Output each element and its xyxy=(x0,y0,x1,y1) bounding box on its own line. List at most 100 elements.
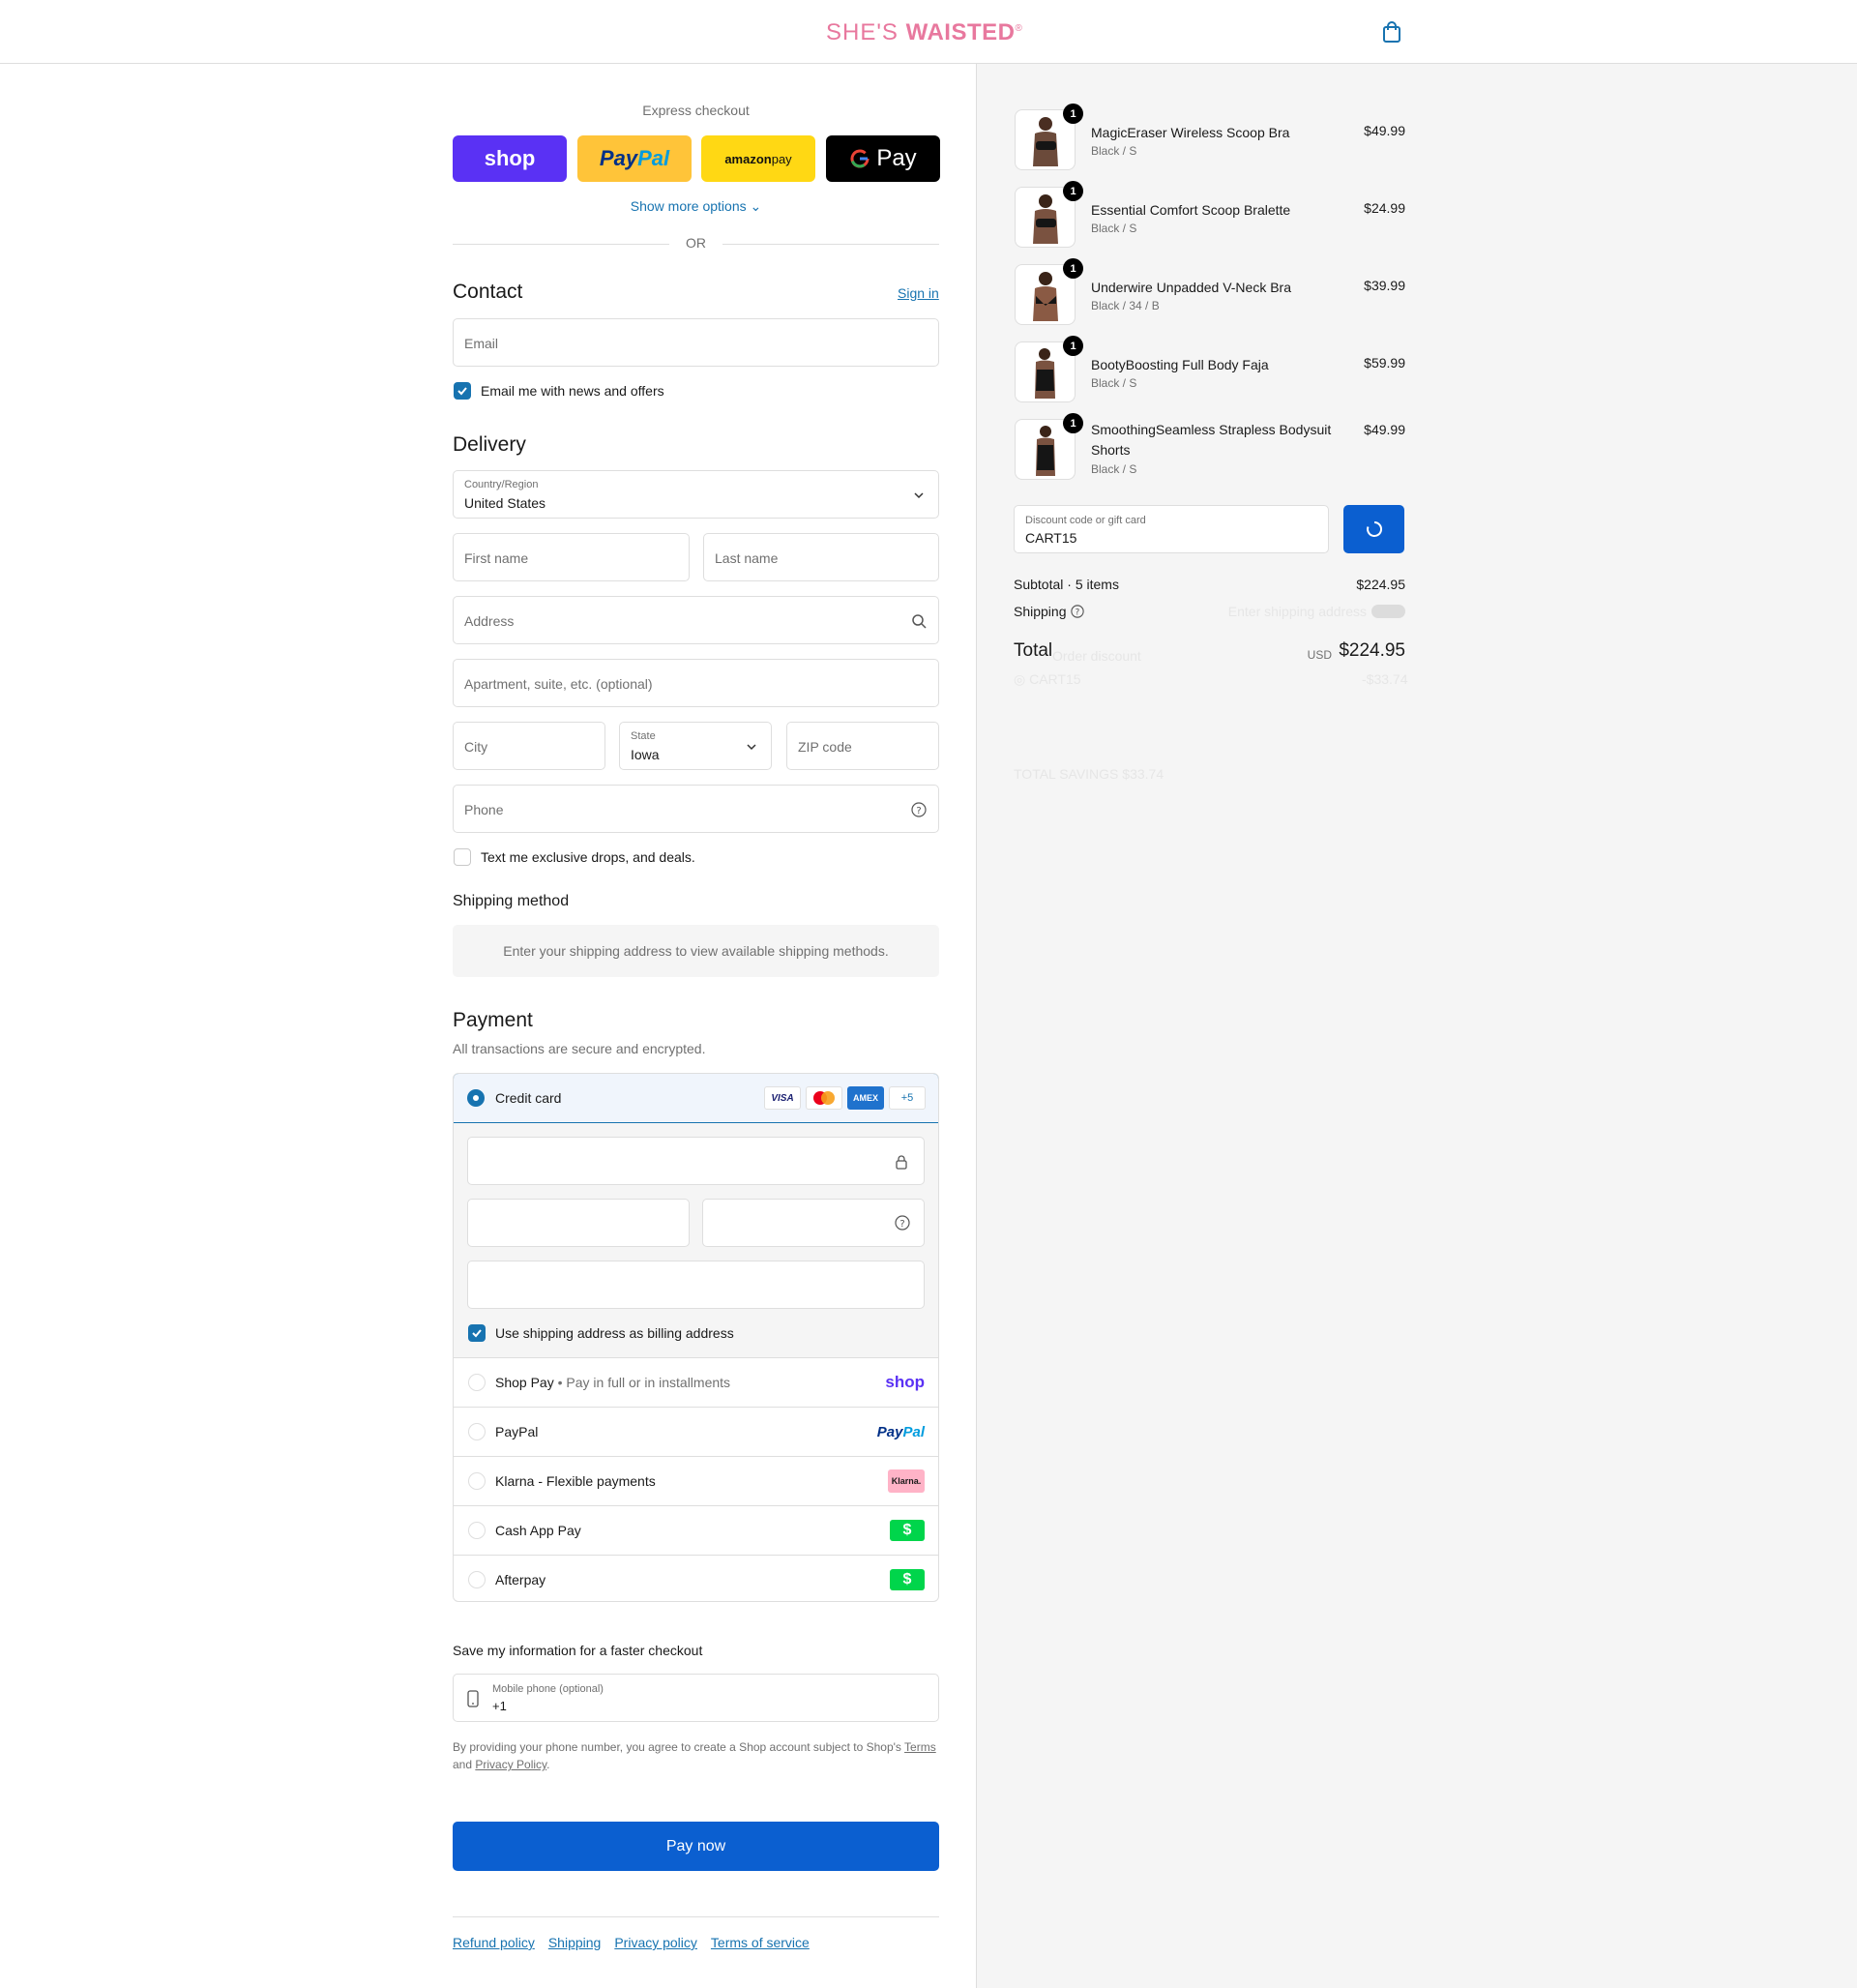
refund-policy-link[interactable]: Refund policy xyxy=(453,1935,535,1950)
cart-item: 1 Underwire Unpadded V-Neck Bra Black / … xyxy=(1015,258,1405,326)
visa-logo: VISA xyxy=(764,1086,801,1110)
credit-card-radio[interactable] xyxy=(467,1089,485,1107)
card-number-field[interactable] xyxy=(467,1137,925,1185)
country-select[interactable]: Country/Region United States xyxy=(453,470,939,519)
email-field[interactable]: Email xyxy=(453,318,939,367)
payment-methods: Credit card VISA AMEX +5 ? Use shipping … xyxy=(453,1073,939,1602)
paypal-option[interactable]: PayPal PayPal xyxy=(454,1408,938,1457)
credit-card-form: ? Use shipping address as billing addres… xyxy=(454,1123,938,1358)
cash-app-pay-option[interactable]: Cash App Pay $ xyxy=(454,1506,938,1556)
product-variant: Black / S xyxy=(1091,462,1137,476)
shop-pay-radio[interactable] xyxy=(468,1374,486,1391)
last-name-field[interactable]: Last name xyxy=(703,533,939,581)
subtotal-value: $224.95 xyxy=(1356,577,1405,592)
product-name: Essential Comfort Scoop Bralette xyxy=(1091,202,1291,218)
billing-same-checkbox[interactable] xyxy=(468,1324,486,1342)
newsletter-checkbox[interactable] xyxy=(454,382,471,400)
shopping-bag-icon[interactable] xyxy=(1379,19,1404,45)
help-circle-icon[interactable]: ? xyxy=(1071,605,1084,618)
billing-same-label: Use shipping address as billing address xyxy=(495,1325,734,1341)
discount-value-ghost: -$33.74 xyxy=(1362,671,1408,687)
or-divider: OR xyxy=(453,235,939,252)
cart-item: 1 BootyBoosting Full Body Faja Black / S… xyxy=(1015,336,1405,403)
address-field[interactable]: Address xyxy=(453,596,939,644)
terms-of-service-link[interactable]: Terms of service xyxy=(711,1935,810,1950)
phone-field[interactable]: Phone ? xyxy=(453,785,939,833)
mobile-phone-icon xyxy=(467,1690,479,1707)
paypal-express-button[interactable]: Pay Pal xyxy=(577,135,692,182)
cash-app-pay-radio[interactable] xyxy=(468,1522,486,1539)
credit-card-option[interactable]: Credit card VISA AMEX +5 xyxy=(454,1074,938,1123)
quantity-badge: 1 xyxy=(1063,104,1083,124)
currency-code: USD xyxy=(1307,648,1332,662)
total-savings-ghost: TOTAL SAVINGS $33.74 xyxy=(1014,766,1164,782)
shipping-method-message: Enter your shipping address to view avai… xyxy=(453,925,939,977)
shop-legal-text: By providing your phone number, you agre… xyxy=(453,1740,936,1771)
shop-pay-option[interactable]: Shop Pay • Pay in full or in installment… xyxy=(454,1358,938,1408)
cash-app-logo: $ xyxy=(890,1520,925,1541)
discount-tag-ghost: ◎ CART15 xyxy=(1014,671,1081,687)
pay-now-button[interactable]: Pay now xyxy=(453,1822,939,1871)
privacy-policy-link[interactable]: Privacy Policy xyxy=(475,1758,546,1771)
sms-label: Text me exclusive drops, and deals. xyxy=(481,849,695,865)
cart-item: 1 MagicEraser Wireless Scoop Bra Black /… xyxy=(1015,104,1405,171)
help-circle-icon[interactable]: ? xyxy=(895,1215,910,1231)
city-field[interactable]: City xyxy=(453,722,605,770)
remember-me-title: Save my information for a faster checkou… xyxy=(453,1643,703,1658)
footer-links: Refund policy Shipping Privacy policy Terms… xyxy=(453,1935,823,1950)
google-g-icon xyxy=(850,149,870,168)
product-name: Underwire Unpadded V-Neck Bra xyxy=(1091,280,1291,295)
afterpay-option[interactable]: Afterpay $ xyxy=(454,1556,938,1601)
checkmark-icon xyxy=(472,1329,482,1338)
payment-title: Payment xyxy=(453,1009,533,1031)
klarna-option[interactable]: Klarna - Flexible payments Klarna. xyxy=(454,1457,938,1506)
shipping-row: Shipping ? Enter shipping address xyxy=(1014,604,1405,619)
apartment-field[interactable]: Apartment, suite, etc. (optional) xyxy=(453,659,939,707)
name-on-card-field[interactable] xyxy=(467,1261,925,1309)
terms-link[interactable]: Terms xyxy=(904,1740,936,1754)
shipping-method-title: Shipping method xyxy=(453,893,570,909)
show-more-options-link[interactable]: Show more options ⌄ xyxy=(453,198,939,215)
product-price: $24.99 xyxy=(1364,200,1405,216)
product-price: $59.99 xyxy=(1364,355,1405,371)
mobile-phone-field[interactable]: Mobile phone (optional) +1 xyxy=(453,1674,939,1722)
shipping-placeholder: Enter shipping address xyxy=(1227,604,1367,619)
contact-title: Contact xyxy=(453,281,523,303)
shipping-policy-link[interactable]: Shipping xyxy=(548,1935,602,1950)
svg-text:?: ? xyxy=(1076,608,1080,618)
klarna-radio[interactable] xyxy=(468,1472,486,1490)
afterpay-logo: $ xyxy=(890,1569,925,1590)
product-price: $49.99 xyxy=(1364,422,1405,437)
privacy-policy-footer-link[interactable]: Privacy policy xyxy=(614,1935,697,1950)
total-row: Total Order discount USD $224.95 xyxy=(1014,640,1405,664)
google-pay-express-button[interactable]: Pay xyxy=(826,135,940,182)
quantity-badge: 1 xyxy=(1063,336,1083,356)
product-name: BootyBoosting Full Body Faja xyxy=(1091,357,1269,372)
paypal-radio[interactable] xyxy=(468,1423,486,1440)
amazon-pay-express-button[interactable]: amazon pay xyxy=(701,135,815,182)
quantity-badge: 1 xyxy=(1063,258,1083,279)
discount-code-field[interactable]: Discount code or gift card CART15 xyxy=(1014,505,1329,553)
quantity-badge: 1 xyxy=(1063,181,1083,201)
first-name-field[interactable]: First name xyxy=(453,533,690,581)
svg-text:?: ? xyxy=(899,1219,904,1230)
klarna-logo: Klarna. xyxy=(888,1469,925,1493)
apply-discount-button[interactable] xyxy=(1343,505,1404,553)
shop-pay-express-button[interactable]: shop xyxy=(453,135,567,182)
afterpay-radio[interactable] xyxy=(468,1571,486,1588)
help-circle-icon[interactable]: ? xyxy=(911,802,927,817)
zip-field[interactable]: ZIP code xyxy=(786,722,939,770)
quantity-badge: 1 xyxy=(1063,413,1083,433)
chevron-down-icon: ⌄ xyxy=(750,198,762,214)
sms-checkbox[interactable] xyxy=(454,848,471,866)
product-name: SmoothingSeamless Strapless Bodysuit Sho… xyxy=(1091,422,1332,458)
security-code-field[interactable]: ? xyxy=(702,1199,925,1247)
brand-logo[interactable]: SHE'S WAISTED® xyxy=(826,19,1023,46)
state-select[interactable]: State Iowa xyxy=(619,722,772,770)
expiration-date-field[interactable] xyxy=(467,1199,690,1247)
product-variant: Black / S xyxy=(1091,376,1137,390)
more-cards-badge: +5 xyxy=(889,1086,926,1110)
sign-in-link[interactable]: Sign in xyxy=(898,285,939,301)
product-price: $49.99 xyxy=(1364,123,1405,138)
cart-item: 1 SmoothingSeamless Strapless Bodysuit S… xyxy=(1015,413,1405,481)
